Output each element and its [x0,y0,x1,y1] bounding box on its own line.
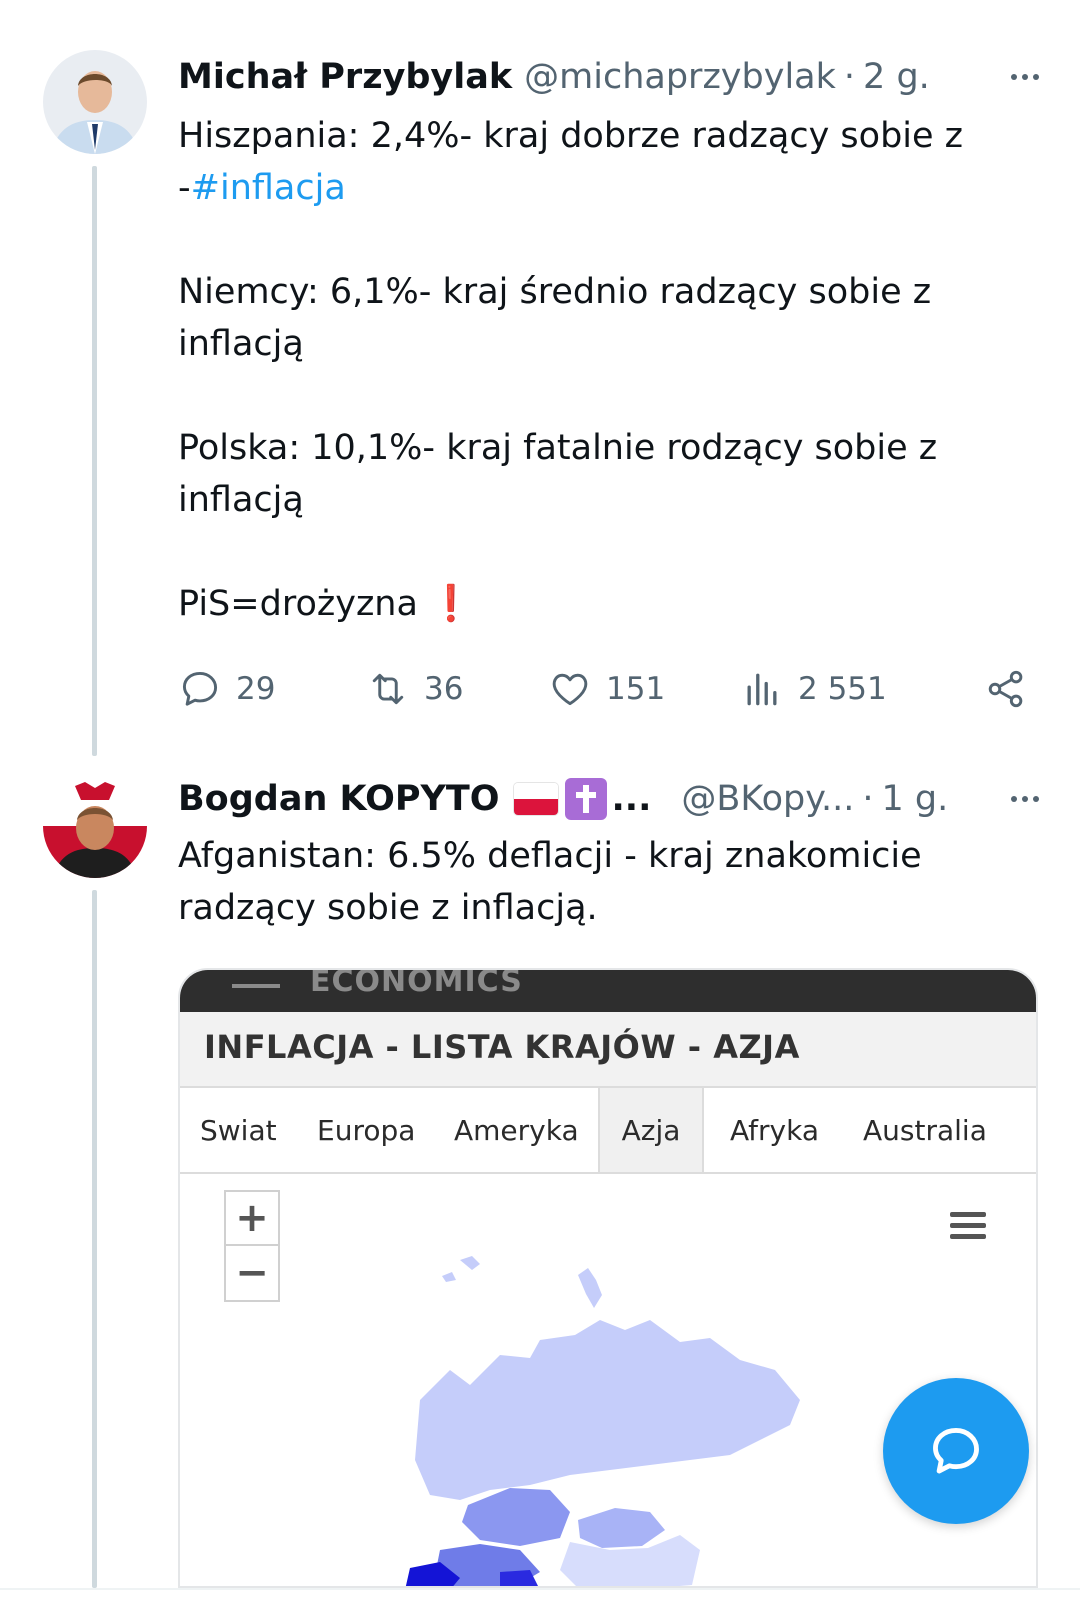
thread-line [92,166,97,756]
name-truncation: ... [611,779,652,819]
tweet-line: Hiszpania: 2,4%- kraj dobrze radzący sob… [178,116,964,156]
retweet-icon [372,673,404,705]
retweet-button[interactable]: 36 [366,664,463,714]
author-handle[interactable]: @BKopy... [681,779,854,819]
site-header-strip: ECONOMICS [180,970,1036,1012]
tweet-line: -#inflacja [178,162,1000,214]
like-button[interactable]: 151 [548,664,665,714]
tab-afryka[interactable]: Afryka [730,1088,819,1172]
reply-button[interactable]: 29 [178,664,275,714]
dash: - [178,168,191,208]
zoom-out-button[interactable]: − [226,1246,278,1300]
chart-menu-icon[interactable] [950,1212,986,1245]
tab-swiat[interactable]: Swiat [200,1088,277,1172]
separator: · [843,57,856,97]
asia-inflation-map[interactable] [380,1250,820,1588]
more-options-icon[interactable] [1000,52,1050,102]
bar-chart-icon [747,673,777,706]
poland-flag-icon [513,782,560,816]
timestamp[interactable]: 2 g. [863,57,930,97]
compose-reply-icon [933,1428,979,1474]
tweet-body: Hiszpania: 2,4%- kraj dobrze radzący sob… [178,110,1000,630]
tweet-paragraph: Polska: 10,1%- kraj fatalnie rodzący sob… [178,428,938,520]
site-brand: ECONOMICS [310,968,523,999]
tweet-header: Bogdan KOPYTO ... @BKopy... · 1 g. [178,774,1050,824]
tweet-paragraph: PiS=drożyzna ❗ [178,578,1000,630]
avatar[interactable] [43,774,147,878]
tab-ameryka[interactable]: Ameryka [454,1088,579,1172]
compose-reply-button[interactable] [883,1378,1029,1524]
author-name[interactable]: Michał Przybylak [178,57,512,97]
tweet-slogan: PiS=drożyzna [178,584,418,624]
exclamation-emoji: ❗ [429,584,473,624]
speech-bubble-icon [182,671,218,706]
retweet-count: 36 [424,671,464,707]
map-region-northeast [578,1268,602,1308]
zoom-in-button[interactable]: + [226,1192,278,1246]
latin-cross-icon [565,778,608,820]
separator: · [862,779,874,819]
thread-line [92,890,97,1588]
hashtag-link[interactable]: #inflacja [191,168,346,208]
author-name[interactable]: Bogdan KOPYTO [178,779,499,819]
map-region-mongolia [578,1508,665,1548]
tab-europa[interactable]: Europa [317,1088,415,1172]
tweet-paragraph: Niemcy: 6,1%- kraj średnio radzący sobie… [178,272,932,364]
view-count: 2 551 [798,671,887,707]
card-title: INFLACJA - LISTA KRAJÓW - AZJA [204,1028,800,1066]
author-handle[interactable]: @michaprzybylak [524,57,836,97]
menu-bar-icon [232,984,280,988]
zoom-controls: + − [224,1190,280,1302]
reply-count: 29 [236,671,276,707]
bottom-divider [0,1588,1080,1590]
more-options-icon[interactable] [1000,774,1050,824]
heart-icon [552,673,588,706]
tweet-body: Afganistan: 6.5% deflacji - kraj znakomi… [178,836,922,928]
card-title-bar: INFLACJA - LISTA KRAJÓW - AZJA [180,1012,1036,1088]
map-region-islands [442,1256,480,1282]
timestamp[interactable]: 1 g. [881,779,948,819]
tweet-header: Michał Przybylak @michaprzybylak · 2 g. [178,52,1050,102]
like-count: 151 [606,671,666,707]
share-icon [988,670,1023,708]
tab-azja[interactable]: Azja [598,1088,704,1172]
map-region-russia [415,1320,800,1500]
region-tabs: Swiat Europa Ameryka Azja Afryka Austral… [180,1088,1036,1174]
share-button[interactable] [984,664,1042,714]
views-button[interactable]: 2 551 [740,664,887,714]
map-region-kazakhstan [462,1488,570,1546]
tweet-actions: 29 36 151 2 551 [178,664,1040,714]
avatar[interactable] [43,50,147,154]
tab-australia[interactable]: Australia [863,1088,987,1172]
